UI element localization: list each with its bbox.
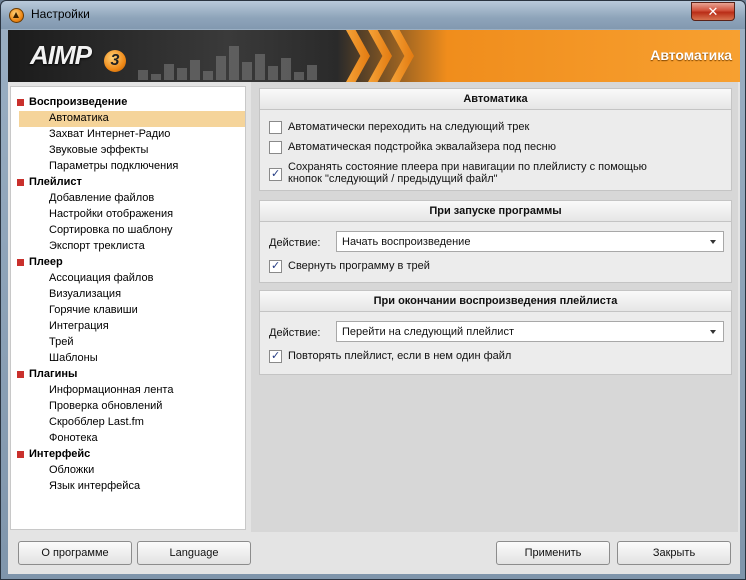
tree-item-interface-language[interactable]: Язык интерфейса [19, 479, 245, 495]
option-auto-next-track[interactable]: Автоматически переходить на следующий тр… [269, 120, 719, 136]
playlist-end-action-select[interactable]: Перейти на следующий плейлист [336, 321, 724, 342]
auto-next-checkbox[interactable] [269, 121, 282, 134]
settings-panel: Автоматика Автоматически переходить на с… [251, 82, 738, 532]
option-minimize-to-tray[interactable]: Свернуть программу в трей [269, 259, 569, 275]
aimp-version-badge: 3 [104, 50, 126, 72]
chevron-down-icon [710, 330, 716, 334]
close-button[interactable]: Закрыть [617, 541, 731, 565]
auto-equalizer-checkbox[interactable] [269, 141, 282, 154]
minimize-tray-checkbox[interactable] [269, 259, 282, 273]
repeat-single-checkbox[interactable] [269, 349, 282, 363]
apply-button[interactable]: Применить [496, 541, 610, 565]
settings-tree[interactable]: Воспроизведение Автоматика Захват Интерн… [10, 86, 246, 530]
settings-window: Настройки ✕ AIMP 3 Автоматика Воспроизве… [0, 0, 746, 580]
equalizer-decoration [138, 38, 338, 82]
tree-item-template-sort[interactable]: Сортировка по шаблону [19, 223, 245, 239]
option-save-state[interactable]: Сохранять состояние плеера при навигации… [269, 160, 719, 190]
tree-item-library[interactable]: Фонотека [19, 431, 245, 447]
chevron-down-icon [710, 240, 716, 244]
tree-item-integration[interactable]: Интеграция [19, 319, 245, 335]
tree-item-export-tracklist[interactable]: Экспорт треклиста [19, 239, 245, 255]
language-button[interactable]: Language [137, 541, 251, 565]
startup-action-label: Действие: [269, 237, 321, 249]
tree-item-visualization[interactable]: Визуализация [19, 287, 245, 303]
group-automation: Автоматика Автоматически переходить на с… [259, 88, 732, 191]
group-playlist-end: При окончании воспроизведения плейлиста … [259, 290, 732, 375]
tree-item-add-files[interactable]: Добавление файлов [19, 191, 245, 207]
client-area: Воспроизведение Автоматика Захват Интерн… [8, 82, 740, 574]
aimp-logo: AIMP [30, 40, 92, 70]
tree-item-lastfm-scrobbler[interactable]: Скробблер Last.fm [19, 415, 245, 431]
playlist-end-action-label: Действие: [269, 327, 321, 339]
group-playlist-end-title: При окончании воспроизведения плейлиста [260, 291, 731, 312]
tree-item-templates[interactable]: Шаблоны [19, 351, 245, 367]
tree-item-sound-effects[interactable]: Звуковые эффекты [19, 143, 245, 159]
tree-item-file-association[interactable]: Ассоциация файлов [19, 271, 245, 287]
chevron-decoration [338, 30, 458, 82]
section-title: Автоматика [650, 47, 732, 63]
option-repeat-single[interactable]: Повторять плейлист, если в нем один файл [269, 349, 619, 365]
startup-action-select[interactable]: Начать воспроизведение [336, 231, 724, 252]
window-title: Настройки [31, 7, 90, 21]
group-startup-title: При запуске программы [260, 201, 731, 222]
title-bar[interactable]: Настройки ✕ [1, 1, 745, 29]
window-close-button[interactable]: ✕ [691, 2, 735, 21]
tree-item-skins[interactable]: Обложки [19, 463, 245, 479]
tree-item-tray[interactable]: Трей [19, 335, 245, 351]
group-startup: При запуске программы Действие: Начать в… [259, 200, 732, 283]
group-automation-title: Автоматика [260, 89, 731, 110]
aimp-app-icon [9, 8, 24, 23]
about-button[interactable]: О программе [18, 541, 132, 565]
save-state-checkbox[interactable] [269, 167, 282, 181]
option-auto-equalizer[interactable]: Автоматическая подстройка эквалайзера по… [269, 140, 719, 156]
tree-item-update-check[interactable]: Проверка обновлений [19, 399, 245, 415]
tree-item-connection[interactable]: Параметры подключения [19, 159, 245, 175]
tree-item-hotkeys[interactable]: Горячие клавиши [19, 303, 245, 319]
tree-item-radio-capture[interactable]: Захват Интернет-Радио [19, 127, 245, 143]
tree-item-info-feed[interactable]: Информационная лента [19, 383, 245, 399]
tree-item-display-settings[interactable]: Настройки отображения [19, 207, 245, 223]
tree-item-automation[interactable]: Автоматика [19, 111, 245, 127]
header-banner: AIMP 3 Автоматика [8, 30, 740, 82]
